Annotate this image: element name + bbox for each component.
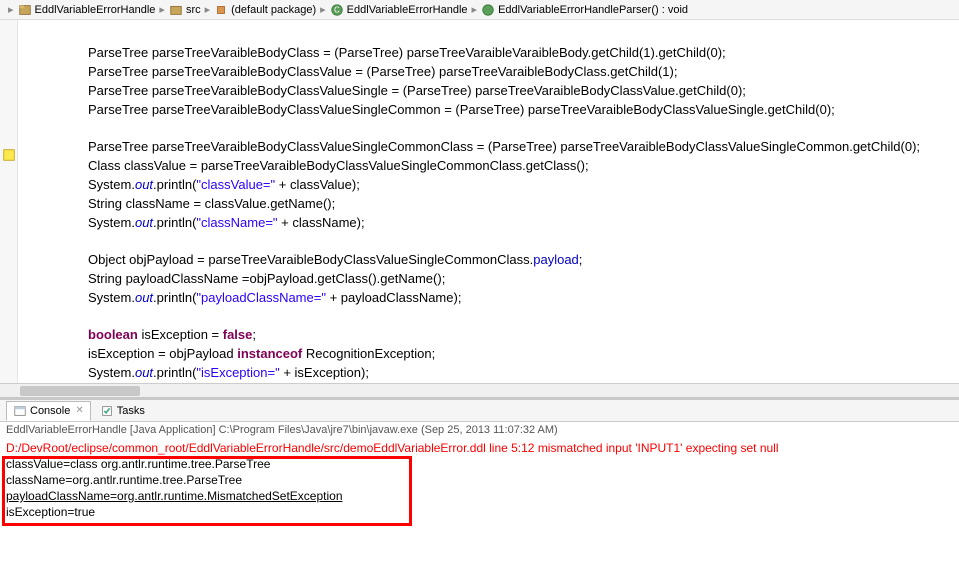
bottom-tabs: Console ✕ Tasks	[0, 400, 959, 422]
code-line: ParseTree parseTreeVaraibleBodyClassValu…	[88, 139, 920, 154]
code-content: ParseTree parseTreeVaraibleBodyClass = (…	[0, 20, 959, 400]
method-icon	[481, 3, 495, 17]
console-line: isException=true	[6, 504, 953, 520]
tab-tasks[interactable]: Tasks	[93, 401, 152, 421]
horizontal-scrollbar[interactable]	[0, 383, 959, 397]
tasks-icon	[100, 404, 114, 418]
breadcrumb-package[interactable]: (default package)	[214, 3, 316, 17]
chevron-right-icon: ▸	[472, 3, 478, 16]
code-line: Object objPayload = parseTreeVaraibleBod…	[88, 252, 582, 267]
close-icon[interactable]: ✕	[75, 405, 83, 416]
breadcrumb-label: EddlVariableErrorHandle	[35, 4, 156, 16]
code-line: System.out.println("classValue=" + class…	[88, 177, 360, 192]
breadcrumb-src[interactable]: src	[169, 3, 201, 17]
console-line: className=org.antlr.runtime.tree.ParseTr…	[6, 472, 953, 488]
console-line: classValue=class org.antlr.runtime.tree.…	[6, 456, 953, 472]
code-line: ParseTree parseTreeVaraibleBodyClassValu…	[88, 64, 677, 79]
svg-text:C: C	[334, 5, 340, 14]
code-line: isException = objPayload instanceof Reco…	[88, 346, 435, 361]
project-icon	[18, 3, 32, 17]
scrollbar-thumb[interactable]	[20, 386, 140, 396]
folder-icon	[169, 3, 183, 17]
console-output[interactable]: D:/DevRoot/eclipse/common_root/EddlVaria…	[0, 438, 959, 522]
chevron-right-icon: ▸	[159, 3, 165, 16]
chevron-right-icon: ▸	[205, 3, 211, 16]
tab-label: Tasks	[117, 405, 145, 417]
breadcrumb-project[interactable]: EddlVariableErrorHandle	[18, 3, 156, 17]
code-line: ParseTree parseTreeVaraibleBodyClassValu…	[88, 102, 835, 117]
code-line: Class classValue = parseTreeVaraibleBody…	[88, 158, 589, 173]
breadcrumb-label: src	[186, 4, 201, 16]
chevron-right-icon: ▸	[8, 3, 14, 16]
code-line: ParseTree parseTreeVaraibleBodyClassValu…	[88, 83, 746, 98]
warning-marker-icon[interactable]	[2, 148, 16, 162]
tab-console[interactable]: Console ✕	[6, 401, 91, 421]
console-icon	[13, 404, 27, 418]
breadcrumb-method[interactable]: EddlVariableErrorHandleParser() : void	[481, 3, 688, 17]
code-line: ParseTree parseTreeVaraibleBodyClass = (…	[88, 45, 726, 60]
code-line: System.out.println("className=" + classN…	[88, 215, 365, 230]
gutter	[0, 20, 18, 397]
console-process-label: EddlVariableErrorHandle [Java Applicatio…	[0, 422, 959, 438]
code-line: System.out.println("isException=" + isEx…	[88, 365, 369, 380]
breadcrumb-label: EddlVariableErrorHandleParser() : void	[498, 4, 688, 16]
code-line: System.out.println("payloadClassName=" +…	[88, 290, 461, 305]
breadcrumb-label: (default package)	[231, 4, 316, 16]
code-line: String payloadClassName =objPayload.getC…	[88, 271, 445, 286]
console-link-line[interactable]: payloadClassName=org.antlr.runtime.Misma…	[6, 488, 953, 504]
breadcrumb: ▸ EddlVariableErrorHandle ▸ src ▸ (defau…	[0, 0, 959, 20]
chevron-right-icon: ▸	[320, 3, 326, 16]
code-line: String className = classValue.getName();	[88, 196, 335, 211]
package-icon	[214, 3, 228, 17]
class-icon: C	[330, 3, 344, 17]
code-editor[interactable]: ParseTree parseTreeVaraibleBodyClass = (…	[0, 20, 959, 400]
console-error-line: D:/DevRoot/eclipse/common_root/EddlVaria…	[6, 440, 953, 456]
code-line: boolean isException = false;	[88, 327, 256, 342]
tab-label: Console	[30, 405, 70, 417]
breadcrumb-label: EddlVariableErrorHandle	[347, 4, 468, 16]
breadcrumb-class[interactable]: C EddlVariableErrorHandle	[330, 3, 468, 17]
